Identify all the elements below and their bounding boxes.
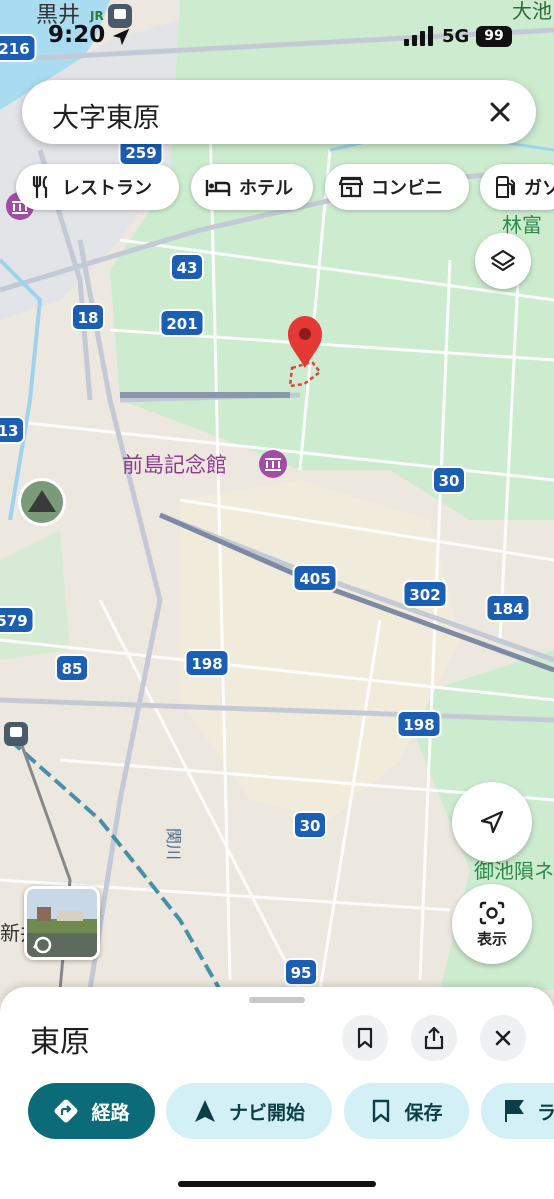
share-icon xyxy=(424,1026,444,1050)
display-label: 表示 xyxy=(476,929,507,948)
route-number: 405 xyxy=(299,570,330,588)
signal-bars-icon xyxy=(404,26,433,46)
route-number: 43 xyxy=(177,259,198,277)
navigation-arrow-icon xyxy=(480,810,504,834)
navigation-label: ナビ開始 xyxy=(228,1101,305,1124)
search-bar[interactable]: 大字東原 xyxy=(22,80,536,144)
label-button-text: ラ xyxy=(537,1101,554,1124)
location-arrow-icon xyxy=(112,28,130,46)
route-shield-198: 198 xyxy=(396,710,442,738)
place-title: 東原 xyxy=(30,1025,90,1060)
route-number: 85 xyxy=(62,660,83,678)
route-shield-302: 302 xyxy=(402,580,448,608)
home-indicator[interactable] xyxy=(178,1181,376,1187)
route-shield-95: 95 xyxy=(284,958,318,986)
store-icon xyxy=(339,176,363,198)
route-shield-30: 30 xyxy=(293,811,327,839)
bookmark-icon xyxy=(373,1099,390,1123)
route-shield-201: 201 xyxy=(159,309,205,337)
route-shield-184: 184 xyxy=(485,594,531,622)
chip-label: レストラン xyxy=(62,178,152,199)
route-number: 201 xyxy=(166,315,197,333)
layers-icon xyxy=(490,249,516,272)
camera-lens-icon xyxy=(479,901,505,924)
restaurant-icon xyxy=(32,175,48,199)
directions-label: 経路 xyxy=(91,1101,130,1124)
status-bar: 9:20 5G 99 xyxy=(0,0,554,60)
save-button[interactable]: 保存 xyxy=(344,1083,469,1139)
route-number: 184 xyxy=(492,600,523,618)
bookmark-icon xyxy=(357,1027,373,1049)
start-navigation-button[interactable]: ナビ開始 xyxy=(166,1083,332,1139)
route-number: 259 xyxy=(125,144,156,162)
close-sheet-button[interactable] xyxy=(480,1015,526,1061)
map-label-river: 関川 xyxy=(164,828,183,860)
route-number: 18 xyxy=(78,309,99,327)
train-station-icon[interactable] xyxy=(4,722,28,746)
route-number: 13 xyxy=(0,422,18,440)
directions-icon xyxy=(54,1099,78,1123)
route-shield-405: 405 xyxy=(292,564,338,592)
hotel-icon xyxy=(205,180,231,196)
route-number: 95 xyxy=(291,964,312,982)
my-location-button[interactable] xyxy=(452,782,532,862)
directions-button[interactable]: 経路 xyxy=(28,1083,155,1139)
lens-display-button[interactable]: 表示 xyxy=(452,884,532,964)
save-label: 保存 xyxy=(404,1101,443,1124)
battery-indicator: 99 xyxy=(476,26,512,47)
route-shield-43: 43 xyxy=(170,253,204,281)
route-number: 198 xyxy=(403,716,434,734)
route-shield-198: 198 xyxy=(184,649,230,677)
route-shield-13: 13 xyxy=(0,416,25,444)
clock: 9:20 xyxy=(48,22,106,48)
street-view-photo xyxy=(27,889,97,957)
chip-label: コンビニ xyxy=(371,178,443,199)
chip-label: ホテル xyxy=(239,178,293,199)
street-view-thumbnail[interactable] xyxy=(24,886,100,960)
place-bottom-sheet[interactable]: 東原 経路 ナビ開始 保存 ラ xyxy=(0,987,554,1199)
route-shield-85: 85 xyxy=(55,654,89,682)
route-shield-30: 30 xyxy=(432,466,466,494)
route-number: 579 xyxy=(0,612,28,630)
navigation-icon xyxy=(194,1100,215,1122)
search-query[interactable]: 大字東原 xyxy=(52,96,160,135)
sheet-drag-handle[interactable] xyxy=(249,997,305,1003)
castle-photo-marker[interactable] xyxy=(18,478,66,526)
route-shield-579: 579 xyxy=(0,606,35,634)
route-number: 198 xyxy=(191,655,222,673)
museum-icon[interactable] xyxy=(259,450,287,478)
route-shield-18: 18 xyxy=(71,303,105,331)
layers-button[interactable] xyxy=(475,233,531,289)
route-number: 30 xyxy=(439,472,460,490)
map-label-park: 御池隕ネ xyxy=(474,859,554,883)
save-bookmark-button[interactable] xyxy=(342,1015,388,1061)
label-button[interactable]: ラ xyxy=(481,1083,554,1139)
route-number: 302 xyxy=(409,586,440,604)
route-number: 30 xyxy=(300,817,321,835)
chip-gas-station[interactable]: ガソ xyxy=(480,164,554,210)
chip-label: ガソ xyxy=(524,178,554,199)
chip-convenience-store[interactable]: コンビニ xyxy=(325,164,469,210)
share-button[interactable] xyxy=(411,1015,457,1061)
close-icon xyxy=(495,1030,511,1046)
chip-hotel[interactable]: ホテル xyxy=(191,164,313,210)
close-icon[interactable] xyxy=(482,94,518,130)
gas-station-icon xyxy=(496,176,515,198)
chip-restaurant[interactable]: レストラン xyxy=(16,164,179,210)
map-label-museum: 前島記念館 xyxy=(122,453,227,477)
network-type: 5G xyxy=(442,26,470,47)
flag-icon xyxy=(505,1100,524,1122)
